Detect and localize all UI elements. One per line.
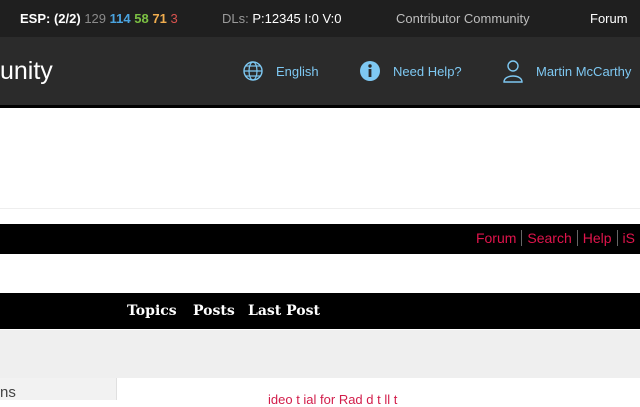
globe-icon [243, 61, 263, 81]
esp-stat-1: 129 [84, 11, 107, 26]
user-menu[interactable]: Martin McCarthy [502, 59, 631, 83]
banner-area [0, 108, 640, 209]
esp-stat-2: 114 [109, 11, 131, 26]
nav-forum-link[interactable]: Forum [471, 230, 521, 246]
dls-value: P:12345 I:0 V:0 [252, 11, 342, 26]
forum-top-link[interactable]: Forum [590, 11, 628, 26]
top-status-bar: ESP: (2/2) 129 114 58 71 3 DLs: P:12345 … [0, 0, 640, 37]
column-topics: Topics [127, 303, 177, 319]
site-brand[interactable]: unity [0, 57, 53, 86]
nav-search-link[interactable]: Search [521, 230, 576, 246]
esp-stat-3: 58 [134, 11, 149, 26]
column-last-post: Last Post [248, 303, 320, 319]
esp-stats: ESP: (2/2) 129 114 58 71 3 [20, 11, 178, 26]
forum-row-text: ns [0, 384, 16, 401]
info-icon [360, 61, 380, 81]
nav-help-link[interactable]: Help [576, 230, 617, 246]
downloads-stats: DLs: P:12345 I:0 V:0 [222, 11, 342, 26]
nav-extra-link[interactable]: iS [616, 230, 640, 246]
language-selector[interactable]: English [242, 59, 319, 83]
esp-stat-4: 71 [152, 11, 167, 26]
user-icon [503, 60, 523, 83]
dls-label: DLs: [222, 11, 249, 26]
user-name: Martin McCarthy [536, 63, 632, 79]
contributor-community-link[interactable]: Contributor Community [396, 11, 530, 26]
forum-nav-links: Forum Search Help iS [471, 230, 640, 246]
forum-table-header: Topics Posts Last Post [0, 293, 640, 329]
forum-nav-bar: Forum Search Help iS [0, 224, 640, 254]
site-header: unity English Need Help? Martin McCarthy [0, 37, 640, 105]
section-band [0, 330, 640, 378]
esp-stat-5: 3 [170, 11, 178, 26]
column-posts: Posts [193, 303, 235, 319]
esp-label: ESP: (2/2) [20, 11, 81, 26]
forum-row-cell: ns [0, 378, 117, 401]
need-help-link[interactable]: Need Help? [359, 59, 462, 83]
language-label: English [276, 63, 319, 79]
need-help-label: Need Help? [393, 63, 462, 79]
